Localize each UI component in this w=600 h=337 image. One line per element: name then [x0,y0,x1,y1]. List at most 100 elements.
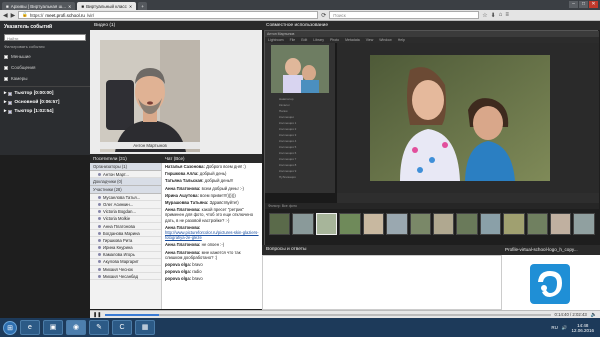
attendee-group[interactable]: Организаторы (1) [90,163,161,171]
menu-item[interactable]: Edit [301,38,307,42]
taskbar-app-explorer[interactable]: ▣ [43,320,63,335]
pause-icon[interactable]: ❚❚ [93,312,101,318]
filmstrip-thumbnail[interactable] [526,213,549,235]
filmstrip-thumbnail[interactable] [269,213,291,235]
lr-panel-row[interactable]: Коллекция 7 [269,157,331,162]
close-tab-icon[interactable]: ✕ [68,4,71,9]
attendee-row[interactable]: Антон Март... [90,171,161,179]
room-item-tutor-2[interactable]: ▸ Тьютор [1:02:54] [0,107,90,116]
menu-item[interactable]: View [366,38,374,42]
menu-item[interactable]: Window [379,38,391,42]
maximize-button[interactable]: □ [579,1,588,8]
attendee-row[interactable]: Victoria Molkie [90,216,161,223]
filmstrip-thumbnail[interactable] [292,213,314,235]
lr-panel-row[interactable]: Коллекция 3 [269,133,331,138]
shared-screen[interactable]: Антон Мартынов Lightroom File Edit Libra… [264,30,599,245]
browser-tab-archives[interactable]: ■ Архивы | Виртуальная ш... ✕ [2,2,76,10]
back-arrow-icon[interactable]: ◀ [3,12,8,19]
minimize-button[interactable]: – [569,1,578,8]
attendee-row[interactable]: Ирина Кнурина [90,245,161,252]
attendee-row[interactable]: Олег Асинкин... [90,201,161,209]
lr-panel-row[interactable]: Коллекции [269,115,331,120]
lr-panel-row[interactable]: Папки [269,109,331,114]
attendee-group[interactable]: Докладчики (0) [90,178,161,187]
seek-slider[interactable] [105,313,551,316]
attendee-row[interactable]: Гиршкова Рита [90,237,161,245]
attendee-row[interactable]: Victoria Bogdan... [90,209,161,216]
address-bar[interactable]: 🔒 https://meet.profi.school.ru/vir/ [18,11,319,19]
lr-panel-row[interactable]: Коллекция 6 [269,151,331,156]
star-icon[interactable]: ☆ [482,12,487,19]
checkbox[interactable] [4,76,8,81]
close-tab-icon[interactable]: ✕ [129,4,132,9]
volume-tray-icon[interactable]: 🔊 [562,325,568,331]
lr-panel-row[interactable]: Навигатор [269,97,331,102]
room-item-tutor-1[interactable]: ▸ Тьютор [0:00:00] [0,89,90,98]
filmstrip-thumbnail[interactable] [573,213,595,235]
attendee-row[interactable]: Михаил Чесанбад [90,273,161,281]
attendee-row[interactable]: Анна Платонова [90,223,161,231]
checkbox[interactable] [4,65,8,70]
event-search-input[interactable]: Найти [4,34,86,41]
close-window-button[interactable]: ✕ [589,1,598,8]
attendee-row[interactable]: Богдановa Марина [90,230,161,238]
expand-icon[interactable]: ▸ [4,100,6,105]
main-photo[interactable] [370,55,550,181]
language-indicator[interactable]: RU [551,325,558,330]
filmstrip-thumbnail[interactable] [409,213,431,235]
lr-panel-row[interactable]: Каталог [269,103,331,108]
lr-panel-row[interactable]: Коллекция 9 [269,169,331,174]
lr-panel-row[interactable]: Публикация [269,175,331,180]
lr-panel-row[interactable]: Коллекция 4 [269,139,331,144]
volume-icon[interactable]: 🔈 [591,312,597,318]
chat-tab[interactable]: (Все) [174,156,185,161]
attendee-group[interactable]: Участники (28) [90,186,161,195]
expand-icon[interactable]: ▸ [4,109,6,114]
filter-item-messages[interactable]: Сообщения [0,62,90,73]
menu-item[interactable]: File [290,38,296,42]
attendee-row[interactable]: Акулова Маргарит [90,259,161,267]
qa-pod[interactable] [262,255,502,310]
start-button[interactable]: ⊞ [3,320,17,335]
taskbar-app-grid[interactable]: ▦ [135,320,155,335]
menu-item[interactable]: Photo [330,38,339,42]
filmstrip-thumbnail[interactable] [550,213,572,235]
filmstrip-thumbnail[interactable] [362,213,385,235]
reload-icon[interactable]: ⟳ [321,12,326,19]
home-icon[interactable]: ⌂ [499,12,503,18]
forward-arrow-icon[interactable]: ▶ [11,12,16,19]
checkbox[interactable] [4,54,8,59]
lr-panel-row[interactable]: Коллекция 5 [269,145,331,150]
taskbar-app-editor[interactable]: ✎ [89,320,109,335]
lr-panel-row[interactable]: Коллекция 8 [269,163,331,168]
menu-item[interactable]: Help [398,38,405,42]
filter-item-cameras[interactable]: Камеры [0,73,90,84]
filmstrip-thumbnail[interactable] [456,213,478,235]
attendee-row[interactable]: Камалова Игорь [90,252,161,259]
menu-item[interactable]: Library [313,38,324,42]
filmstrip-thumbnail[interactable] [479,213,502,235]
filmstrip-thumbnail[interactable] [315,213,338,235]
chat-link[interactable]: http://www.pictureforcolor.ru/pictures-s… [165,230,259,240]
menu-item[interactable]: Lightroom [268,38,284,42]
attendee-row[interactable]: Михаил Чеснок [90,266,161,274]
filmstrip-thumbnail[interactable] [339,213,361,235]
filmstrip-thumbnail[interactable] [386,213,408,235]
menu-icon[interactable]: ≡ [505,12,509,18]
filter-item-smaller[interactable]: Меньшие [0,51,90,62]
browser-tab-virtual-class[interactable]: ■ Виртуальный класс ✕ [77,2,137,10]
taskbar-app-browser[interactable]: ◉ [66,320,86,335]
search-input[interactable]: Поиск [329,11,480,19]
attendee-row[interactable]: Мусаелова Татья... [90,194,161,202]
taskbar-app-c[interactable]: C [112,320,132,335]
new-tab-button[interactable]: + [138,2,147,10]
presenter-video[interactable] [100,40,200,152]
lr-panel-row[interactable]: Коллекция 1 [269,121,331,126]
room-item-main[interactable]: ▸ Основной [0:06:57] [0,98,90,107]
lr-panel-row[interactable]: Коллекция 2 [269,127,331,132]
clock[interactable]: 14:48 12.06.2016 [571,323,594,333]
filmstrip-thumbnail[interactable] [432,213,455,235]
expand-icon[interactable]: ▸ [4,91,6,96]
menu-item[interactable]: Metadata [345,38,360,42]
filmstrip-thumbnail[interactable] [503,213,525,235]
